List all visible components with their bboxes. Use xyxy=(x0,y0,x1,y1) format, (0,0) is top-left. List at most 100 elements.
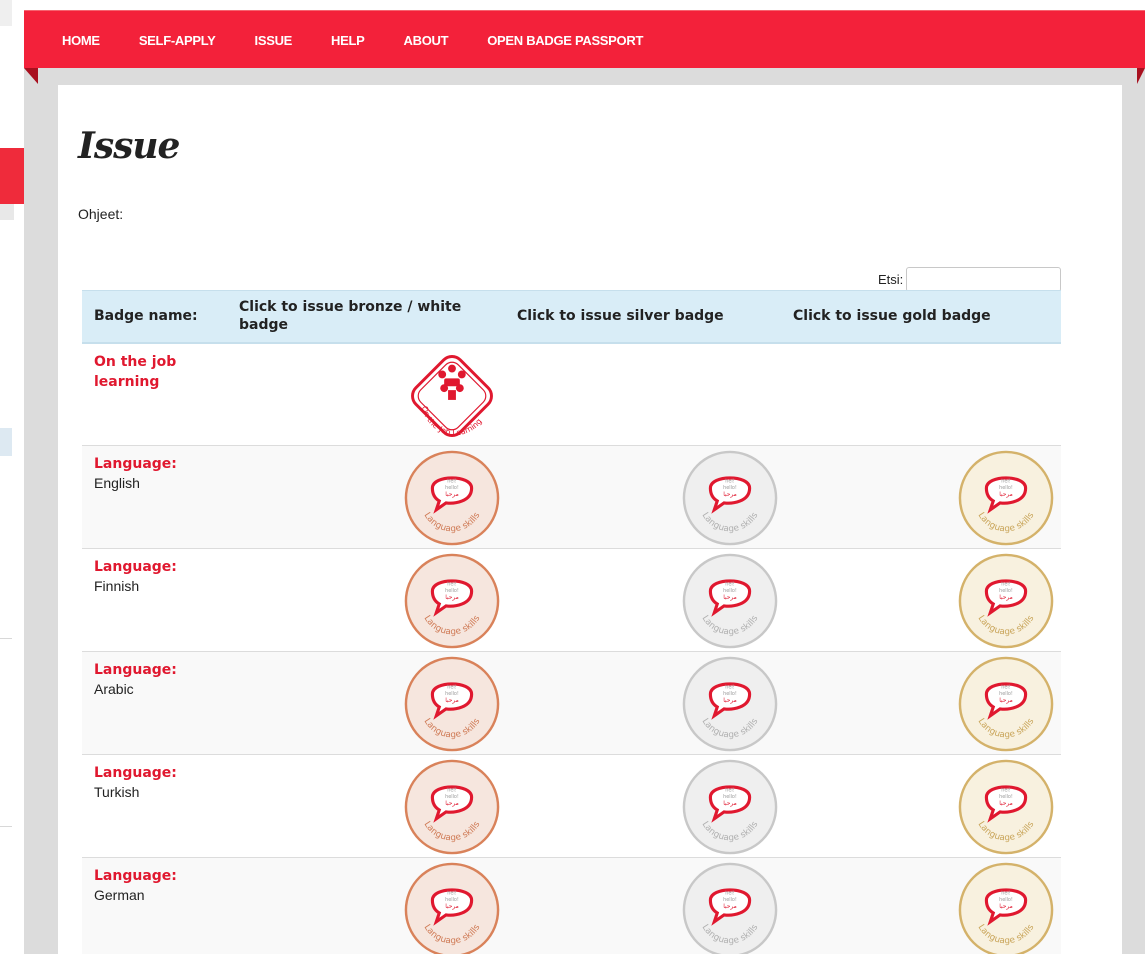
badge-name: Language: xyxy=(94,559,177,575)
badge-cell-silver: hei! hello! مرحبا Language skills xyxy=(505,446,781,549)
header-badge-name[interactable]: Badge name: xyxy=(82,290,227,344)
bubble-text: hei! xyxy=(447,890,456,896)
badge-cell-gold: hei! hello! مرحبا Language skills xyxy=(781,755,1061,858)
badge-cell-gold: hei! hello! مرحبا Language skills xyxy=(781,652,1061,755)
bubble-text: hello! xyxy=(723,897,737,903)
header-bronze[interactable]: Click to issue bronze / white badge xyxy=(227,290,505,344)
header-gold[interactable]: Click to issue gold badge xyxy=(781,290,1061,344)
bubble-text: hello! xyxy=(445,691,459,697)
background-strip xyxy=(0,0,24,954)
instructions-label: Ohjeet: xyxy=(78,206,124,222)
background-red-tab xyxy=(0,148,24,204)
badge-cell-silver: hei! hello! مرحبا Language skills xyxy=(505,858,781,954)
bubble-text: hello! xyxy=(723,588,737,594)
bubble-text: hei! xyxy=(1001,890,1010,896)
language-skills-badge-icon: hei! hello! مرحبا Language skills xyxy=(682,656,778,752)
nav-item-open-badge-passport[interactable]: OPEN BADGE PASSPORT xyxy=(487,33,643,48)
nav-item-about[interactable]: ABOUT xyxy=(404,33,449,48)
badge-cell-gold: hei! hello! مرحبا Language skills xyxy=(781,549,1061,652)
nav-item-home[interactable]: HOME xyxy=(62,33,100,48)
badge-table: Badge name: Click to issue bronze / whit… xyxy=(82,290,1061,954)
badge-cell-bronze: On-the-Job Learning xyxy=(227,343,505,446)
bubble-text: hei! xyxy=(1001,581,1010,587)
bubble-text: مرحبا xyxy=(723,492,737,498)
page-frame: HOME SELF-APPLY ISSUE HELP ABOUT OPEN BA… xyxy=(24,10,1145,954)
page-title: Issue xyxy=(78,125,180,167)
bubble-text: hello! xyxy=(723,794,737,800)
badge-language: Finnish xyxy=(94,578,140,594)
language-skills-badge-icon: hei! hello! مرحبا Language skills xyxy=(958,862,1054,954)
header-silver[interactable]: Click to issue silver badge xyxy=(505,290,781,344)
table-row: Language: Turkish hei! hello! مرحبا Langu… xyxy=(82,754,1061,858)
nav-ribbon-fold-left xyxy=(24,68,38,84)
issue-bronze-badge-button[interactable]: hei! hello! مرحبا Language skills xyxy=(403,552,501,650)
bubble-text: hello! xyxy=(999,485,1013,491)
bubble-text: مرحبا xyxy=(999,904,1013,910)
bubble-text: hello! xyxy=(445,485,459,491)
bubble-text: hei! xyxy=(1001,787,1010,793)
background-divider xyxy=(0,826,12,827)
badge-language: German xyxy=(94,887,145,903)
badge-name: Language: xyxy=(94,662,177,678)
bubble-text: مرحبا xyxy=(999,595,1013,601)
issue-gold-badge-button[interactable]: hei! hello! مرحبا Language skills xyxy=(957,449,1055,547)
badge-name: On the job learning xyxy=(94,353,177,390)
issue-silver-badge-button[interactable]: hei! hello! مرحبا Language skills xyxy=(681,449,779,547)
language-skills-badge-icon: hei! hello! مرحبا Language skills xyxy=(682,553,778,649)
nav-item-help[interactable]: HELP xyxy=(331,33,365,48)
issue-bronze-badge-button[interactable]: hei! hello! مرحبا Language skills xyxy=(403,758,501,856)
issue-bronze-badge-button[interactable]: hei! hello! مرحبا Language skills xyxy=(403,861,501,954)
badge-cell-silver xyxy=(505,343,781,446)
issue-gold-badge-button[interactable]: hei! hello! مرحبا Language skills xyxy=(957,861,1055,954)
badge-cell-silver: hei! hello! مرحبا Language skills xyxy=(505,652,781,755)
nav-ribbon-fold-right xyxy=(1137,68,1145,84)
bubble-text: hei! xyxy=(447,684,456,690)
badge-name-cell: Language: Arabic xyxy=(82,652,227,755)
bubble-text: hei! xyxy=(725,684,734,690)
language-skills-badge-icon: hei! hello! مرحبا Language skills xyxy=(404,553,500,649)
bubble-text: مرحبا xyxy=(723,595,737,601)
language-skills-badge-icon: hei! hello! مرحبا Language skills xyxy=(404,759,500,855)
bubble-text: hei! xyxy=(725,890,734,896)
badge-name-cell: On the job learning xyxy=(82,343,227,446)
badge-language: Arabic xyxy=(94,681,134,697)
bubble-text: مرحبا xyxy=(445,801,459,807)
issue-silver-badge-button[interactable]: hei! hello! مرحبا Language skills xyxy=(681,861,779,954)
bubble-text: مرحبا xyxy=(445,492,459,498)
language-skills-badge-icon: hei! hello! مرحبا Language skills xyxy=(958,759,1054,855)
bubble-text: مرحبا xyxy=(999,492,1013,498)
issue-gold-badge-button[interactable]: hei! hello! مرحبا Language skills xyxy=(957,758,1055,856)
issue-gold-badge-button[interactable]: hei! hello! مرحبا Language skills xyxy=(957,552,1055,650)
bubble-text: hei! xyxy=(725,581,734,587)
badge-name-cell: Language: German xyxy=(82,858,227,954)
on-the-job-learning-badge-icon: On-the-Job Learning xyxy=(411,354,493,437)
issue-bronze-badge-button[interactable]: On-the-Job Learning xyxy=(403,347,501,445)
badge-language: Turkish xyxy=(94,784,140,800)
table-row: Language: Finnish hei! hello! مرحبا Langu… xyxy=(82,548,1061,652)
table-row: Language: German hei! hello! مرحبا Langua… xyxy=(82,857,1061,954)
issue-gold-badge-button[interactable]: hei! hello! مرحبا Language skills xyxy=(957,655,1055,753)
badge-name-cell: Language: English xyxy=(82,446,227,549)
issue-silver-badge-button[interactable]: hei! hello! مرحبا Language skills xyxy=(681,552,779,650)
issue-silver-badge-button[interactable]: hei! hello! مرحبا Language skills xyxy=(681,758,779,856)
bubble-text: hei! xyxy=(447,581,456,587)
issue-bronze-badge-button[interactable]: hei! hello! مرحبا Language skills xyxy=(403,449,501,547)
language-skills-badge-icon: hei! hello! مرحبا Language skills xyxy=(958,450,1054,546)
search-input[interactable] xyxy=(906,267,1062,292)
nav-item-self-apply[interactable]: SELF-APPLY xyxy=(139,33,216,48)
badge-cell-bronze: hei! hello! مرحبا Language skills xyxy=(227,446,505,549)
bubble-text: hello! xyxy=(445,897,459,903)
nav-item-issue[interactable]: ISSUE xyxy=(255,33,293,48)
bubble-text: مرحبا xyxy=(723,801,737,807)
bubble-text: hello! xyxy=(999,794,1013,800)
language-skills-badge-icon: hei! hello! مرحبا Language skills xyxy=(404,450,500,546)
badge-cell-gold: hei! hello! مرحبا Language skills xyxy=(781,446,1061,549)
language-skills-badge-icon: hei! hello! مرحبا Language skills xyxy=(682,862,778,954)
bubble-text: مرحبا xyxy=(445,698,459,704)
issue-silver-badge-button[interactable]: hei! hello! مرحبا Language skills xyxy=(681,655,779,753)
issue-bronze-badge-button[interactable]: hei! hello! مرحبا Language skills xyxy=(403,655,501,753)
language-skills-badge-icon: hei! hello! مرحبا Language skills xyxy=(682,759,778,855)
content-panel: Issue Ohjeet: Etsi: Badge name: Click to… xyxy=(58,85,1122,954)
main-navigation: HOME SELF-APPLY ISSUE HELP ABOUT OPEN BA… xyxy=(24,10,1145,68)
badge-name-cell: Language: Finnish xyxy=(82,549,227,652)
